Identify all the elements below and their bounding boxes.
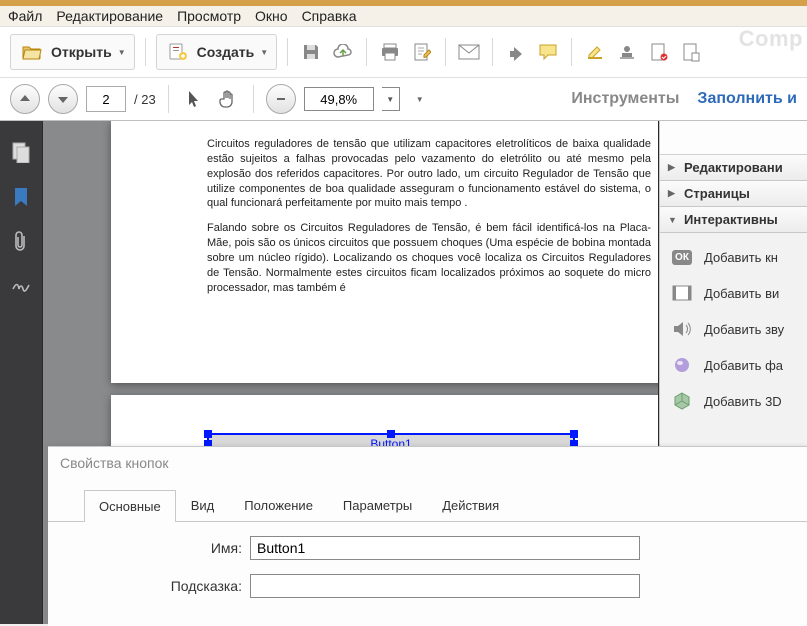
add-sound-tool[interactable]: Добавить зву <box>660 311 807 347</box>
tab-appearance[interactable]: Вид <box>176 489 230 521</box>
add-button-tool[interactable]: ОК Добавить кн <box>660 239 807 275</box>
tab-options[interactable]: Параметры <box>328 489 427 521</box>
comment-icon[interactable] <box>535 39 561 65</box>
highlight-icon[interactable] <box>582 39 608 65</box>
signature-rail-icon[interactable] <box>11 277 31 293</box>
tab-actions[interactable]: Действия <box>427 489 514 521</box>
properties-title: Свойства кнопок <box>48 447 807 479</box>
add-file-tool[interactable]: Добавить фа <box>660 347 807 383</box>
add-video-label: Добавить ви <box>704 286 779 301</box>
menu-window[interactable]: Окно <box>255 8 288 24</box>
section-pages[interactable]: ▶ Страницы <box>660 181 807 207</box>
pdf-page-1: Circuitos reguladores de tensão que util… <box>111 121 659 383</box>
add-file-label: Добавить фа <box>704 358 783 373</box>
tab-basic[interactable]: Основные <box>84 490 176 522</box>
create-button[interactable]: Создать ▼ <box>156 34 278 70</box>
section-interactive-label: Интерактивны <box>684 212 778 227</box>
add-3d-tool[interactable]: Добавить 3D <box>660 383 807 419</box>
chevron-right-icon: ▶ <box>668 162 678 173</box>
left-sidebar <box>0 121 42 624</box>
fill-sign-link[interactable]: Заполнить и <box>697 90 797 108</box>
page-down-button[interactable] <box>48 84 78 114</box>
save-icon[interactable] <box>298 39 324 65</box>
section-pages-label: Страницы <box>684 186 750 201</box>
separator <box>445 38 446 66</box>
chevron-down-icon: ▼ <box>260 48 268 57</box>
button-properties-panel: Свойства кнопок Основные Вид Положение П… <box>48 446 807 626</box>
doc-paragraph: Falando sobre os Circuitos Reguladores d… <box>207 221 651 295</box>
panel-header-spacer <box>660 121 807 155</box>
section-interactive-body: ОК Добавить кн Добавить ви Добавить зву … <box>660 233 807 425</box>
main-toolbar: Открыть ▼ Создать ▼ <box>0 26 807 78</box>
print-icon[interactable] <box>377 39 403 65</box>
attachment-icon[interactable] <box>13 231 29 253</box>
zoom-out-button[interactable] <box>266 84 296 114</box>
film-icon <box>670 283 694 303</box>
name-input[interactable] <box>250 536 640 560</box>
resize-handle[interactable] <box>204 430 212 438</box>
hint-label: Подсказка: <box>148 578 242 594</box>
separator <box>168 85 169 113</box>
share-icon[interactable] <box>503 39 529 65</box>
menu-bar: Файл Редактирование Просмотр Окно Справк… <box>0 6 807 26</box>
speaker-icon <box>670 319 694 339</box>
menu-edit[interactable]: Редактирование <box>56 8 163 24</box>
page-total-label: / 23 <box>134 92 156 107</box>
page-up-button[interactable] <box>10 84 40 114</box>
open-button[interactable]: Открыть ▼ <box>10 34 135 70</box>
navigation-toolbar: / 23 49,8% ▼ ▼ Инструменты Заполнить и <box>0 78 807 121</box>
chevron-down-icon: ▼ <box>118 48 126 57</box>
instruments-link[interactable]: Инструменты <box>571 90 679 108</box>
stamp-icon[interactable] <box>614 39 640 65</box>
section-editing[interactable]: ▶ Редактировани <box>660 155 807 181</box>
sphere-icon <box>670 355 694 375</box>
separator <box>145 38 146 66</box>
cube-icon <box>670 391 694 411</box>
menu-file[interactable]: Файл <box>8 8 42 24</box>
hint-input[interactable] <box>250 574 640 598</box>
ok-button-icon: ОК <box>670 247 694 267</box>
edit-doc-icon[interactable] <box>409 39 435 65</box>
hand-tool-icon[interactable] <box>215 86 241 112</box>
chevron-down-icon[interactable]: ▼ <box>416 95 424 104</box>
menu-help[interactable]: Справка <box>302 8 357 24</box>
separator <box>366 38 367 66</box>
separator <box>492 38 493 66</box>
section-interactive[interactable]: ▼ Интерактивны <box>660 207 807 233</box>
add-button-label: Добавить кн <box>704 250 778 265</box>
sign-icon[interactable] <box>646 39 672 65</box>
name-label: Имя: <box>148 540 242 556</box>
doc-paragraph: Circuitos reguladores de tensão que util… <box>207 137 651 211</box>
section-editing-label: Редактировани <box>684 160 783 175</box>
hint-row: Подсказка: <box>148 574 807 598</box>
attach-doc-icon[interactable] <box>678 39 704 65</box>
folder-open-icon <box>19 39 45 65</box>
chevron-down-icon: ▼ <box>668 215 678 225</box>
create-label: Создать <box>197 44 255 60</box>
add-3d-label: Добавить 3D <box>704 394 782 409</box>
chevron-right-icon: ▶ <box>668 188 678 199</box>
menu-view[interactable]: Просмотр <box>177 8 241 24</box>
page-number-input[interactable] <box>86 86 126 112</box>
add-video-tool[interactable]: Добавить ви <box>660 275 807 311</box>
separator <box>287 38 288 66</box>
pages-thumbnails-icon[interactable] <box>11 141 31 163</box>
name-row: Имя: <box>148 536 807 560</box>
resize-handle[interactable] <box>570 430 578 438</box>
add-sound-label: Добавить зву <box>704 322 784 337</box>
mail-icon[interactable] <box>456 39 482 65</box>
cloud-icon[interactable] <box>330 39 356 65</box>
zoom-dropdown-button[interactable]: ▼ <box>382 87 400 111</box>
bookmark-icon[interactable] <box>13 187 29 207</box>
properties-tabs: Основные Вид Положение Параметры Действи… <box>48 489 807 522</box>
create-pdf-icon <box>165 39 191 65</box>
open-label: Открыть <box>51 44 112 60</box>
zoom-value-field[interactable]: 49,8% <box>304 87 374 111</box>
tab-position[interactable]: Положение <box>229 489 328 521</box>
separator <box>571 38 572 66</box>
right-toolbar-links: Инструменты Заполнить и <box>571 90 797 108</box>
separator <box>253 85 254 113</box>
resize-handle[interactable] <box>387 430 395 438</box>
select-tool-icon[interactable] <box>181 86 207 112</box>
